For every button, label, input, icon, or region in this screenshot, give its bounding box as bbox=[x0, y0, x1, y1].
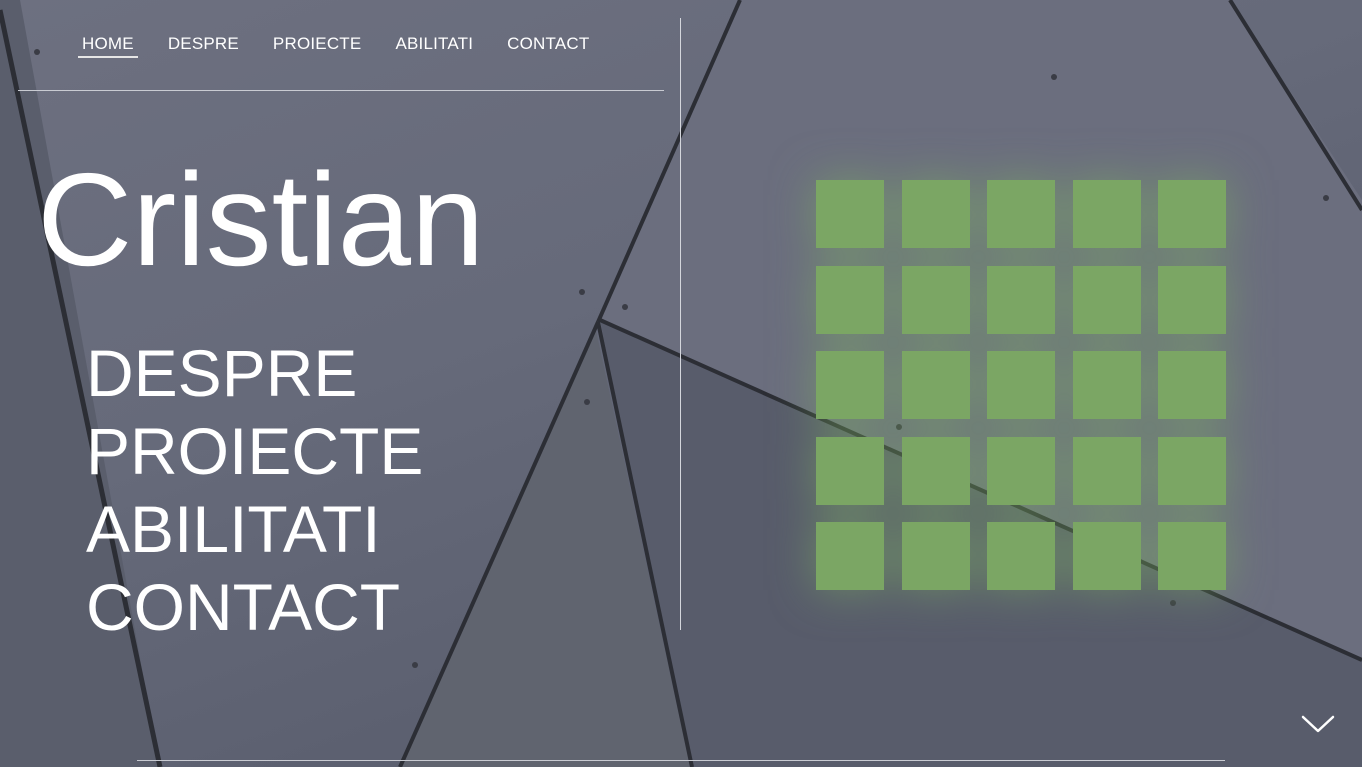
page: HOME DESPRE PROIECTE ABILITATI CONTACT C… bbox=[0, 0, 1362, 767]
grid-tile[interactable] bbox=[1072, 351, 1141, 419]
grid-tile[interactable] bbox=[816, 180, 884, 248]
grid-tile[interactable] bbox=[816, 436, 884, 505]
grid-tile[interactable] bbox=[1072, 180, 1141, 248]
grid-tile[interactable] bbox=[901, 265, 970, 334]
grid-tile[interactable] bbox=[987, 522, 1055, 590]
grid-tile[interactable] bbox=[1158, 522, 1226, 590]
grid-tile[interactable] bbox=[816, 351, 884, 419]
grid-tile[interactable] bbox=[816, 522, 884, 590]
big-menu-item-despre[interactable]: DESPRE bbox=[86, 334, 423, 412]
grid-tile[interactable] bbox=[987, 436, 1055, 505]
grid-tile[interactable] bbox=[901, 522, 970, 590]
vertical-divider bbox=[680, 18, 681, 630]
top-nav: HOME DESPRE PROIECTE ABILITATI CONTACT bbox=[78, 30, 619, 60]
grid-tile[interactable] bbox=[1072, 436, 1141, 505]
grid-tile[interactable] bbox=[1158, 436, 1226, 505]
tile-grid bbox=[816, 180, 1226, 590]
grid-tile[interactable] bbox=[987, 265, 1055, 334]
grid-tile[interactable] bbox=[901, 351, 970, 419]
big-menu-item-contact[interactable]: CONTACT bbox=[86, 568, 423, 646]
nav-item-home[interactable]: HOME bbox=[78, 30, 138, 58]
grid-tile[interactable] bbox=[1158, 180, 1226, 248]
chevron-down-icon[interactable] bbox=[1300, 710, 1336, 738]
grid-tile[interactable] bbox=[1072, 522, 1141, 590]
nav-item-contact[interactable]: CONTACT bbox=[503, 30, 593, 60]
bottom-divider bbox=[137, 760, 1225, 761]
nav-item-proiecte[interactable]: PROIECTE bbox=[269, 30, 366, 60]
big-menu-item-abilitati[interactable]: ABILITATI bbox=[86, 490, 423, 568]
grid-tile[interactable] bbox=[1072, 265, 1141, 334]
hero-name: Cristian bbox=[37, 146, 485, 293]
nav-item-despre[interactable]: DESPRE bbox=[164, 30, 243, 60]
grid-tile[interactable] bbox=[987, 180, 1055, 248]
grid-tile[interactable] bbox=[901, 180, 970, 248]
big-menu: DESPRE PROIECTE ABILITATI CONTACT bbox=[86, 334, 423, 646]
nav-divider bbox=[18, 90, 664, 91]
nav-item-abilitati[interactable]: ABILITATI bbox=[391, 30, 477, 60]
grid-tile[interactable] bbox=[987, 351, 1055, 419]
grid-tile[interactable] bbox=[1158, 265, 1226, 334]
grid-tile[interactable] bbox=[901, 436, 970, 505]
grid-tile[interactable] bbox=[1158, 351, 1226, 419]
big-menu-item-proiecte[interactable]: PROIECTE bbox=[86, 412, 423, 490]
grid-tile[interactable] bbox=[816, 265, 884, 334]
